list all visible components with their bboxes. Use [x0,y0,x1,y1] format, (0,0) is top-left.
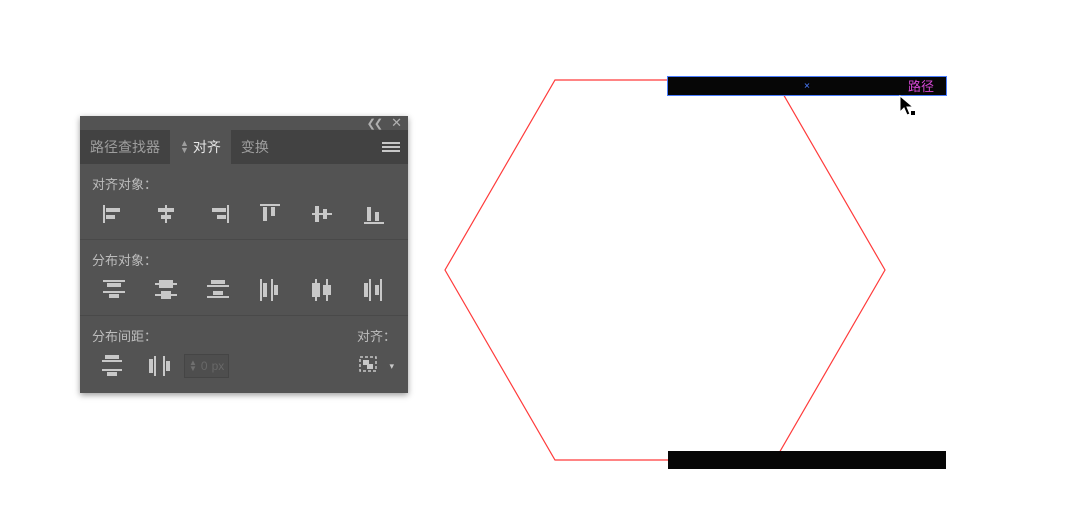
align-hcenter-button[interactable] [140,199,192,229]
spacing-value: 0 [201,359,208,373]
cursor-icon [898,94,918,118]
distribute-top-icon [103,280,125,300]
distribute-objects-row [80,275,408,315]
distribute-vcenter-icon [155,280,177,300]
distribute-hspacing-button[interactable] [136,351,184,381]
align-objects-row [80,199,408,239]
align-bottom-button[interactable] [348,199,400,229]
distribute-vcenter-button[interactable] [140,275,192,305]
align-vcenter-icon [312,204,332,224]
tab-cycle-icon: ▲▼ [180,140,189,154]
distribute-bottom-icon [207,280,229,300]
stepper-icon: ▲▼ [189,360,197,372]
spacing-value-field: ▲▼ 0 px [184,354,229,378]
align-left-icon [103,205,125,223]
canvas-area[interactable]: ✕ 路径 [430,60,970,490]
bottom-black-rectangle[interactable] [668,451,946,469]
hexagon-path[interactable] [430,60,900,480]
align-top-icon [260,204,280,224]
distribute-bottom-button[interactable] [192,275,244,305]
align-bottom-icon [364,204,384,224]
spacing-unit: px [212,359,225,373]
dropdown-caret-icon: ▾ [389,361,394,372]
distribute-left-icon [260,279,280,301]
cursor-tooltip: 路径 [908,76,934,95]
panel-titlebar: ❮❮ ✕ [80,116,408,130]
tab-label: 变换 [241,137,269,157]
top-black-rectangle[interactable]: ✕ [668,77,946,95]
distribute-left-button[interactable] [244,275,296,305]
distribute-right-icon [364,279,384,301]
close-panel-icon[interactable]: ✕ [391,115,402,131]
align-to-control[interactable]: ▾ [359,356,400,376]
distribute-vspacing-icon [102,355,122,377]
tab-pathfinder[interactable]: 路径查找器 [80,130,170,164]
tab-label: 路径查找器 [90,137,160,157]
section-label-align-to: 对齐： [345,316,408,351]
align-to-selection-icon [359,356,381,376]
distribute-hcenter-icon [312,279,332,301]
panel-tabs: 路径查找器 ▲▼ 对齐 变换 [80,130,408,164]
distribute-hcenter-button[interactable] [296,275,348,305]
section-label-distribute-objects: 分布对象： [80,240,408,275]
distribute-spacing-row: ▲▼ 0 px ▾ [80,351,408,393]
tab-align[interactable]: ▲▼ 对齐 [170,130,231,164]
menu-icon [382,141,400,153]
panel-menu-button[interactable] [374,141,408,153]
align-left-button[interactable] [88,199,140,229]
selection-center-icon: ✕ [804,82,811,91]
distribute-hspacing-icon [149,356,171,376]
distribute-vspacing-button[interactable] [88,351,136,381]
collapse-panel-icon[interactable]: ❮❮ [367,117,381,130]
section-label-align-objects: 对齐对象： [80,164,408,199]
align-top-button[interactable] [244,199,296,229]
tab-label: 对齐 [193,137,221,157]
distribute-top-button[interactable] [88,275,140,305]
align-hcenter-icon [155,205,177,223]
align-right-button[interactable] [192,199,244,229]
align-right-icon [207,205,229,223]
tab-transform[interactable]: 变换 [231,130,279,164]
distribute-right-button[interactable] [348,275,400,305]
align-panel: ❮❮ ✕ 路径查找器 ▲▼ 对齐 变换 对齐对象： [80,116,408,393]
section-label-distribute-spacing: 分布间距： [80,316,345,351]
align-vcenter-button[interactable] [296,199,348,229]
